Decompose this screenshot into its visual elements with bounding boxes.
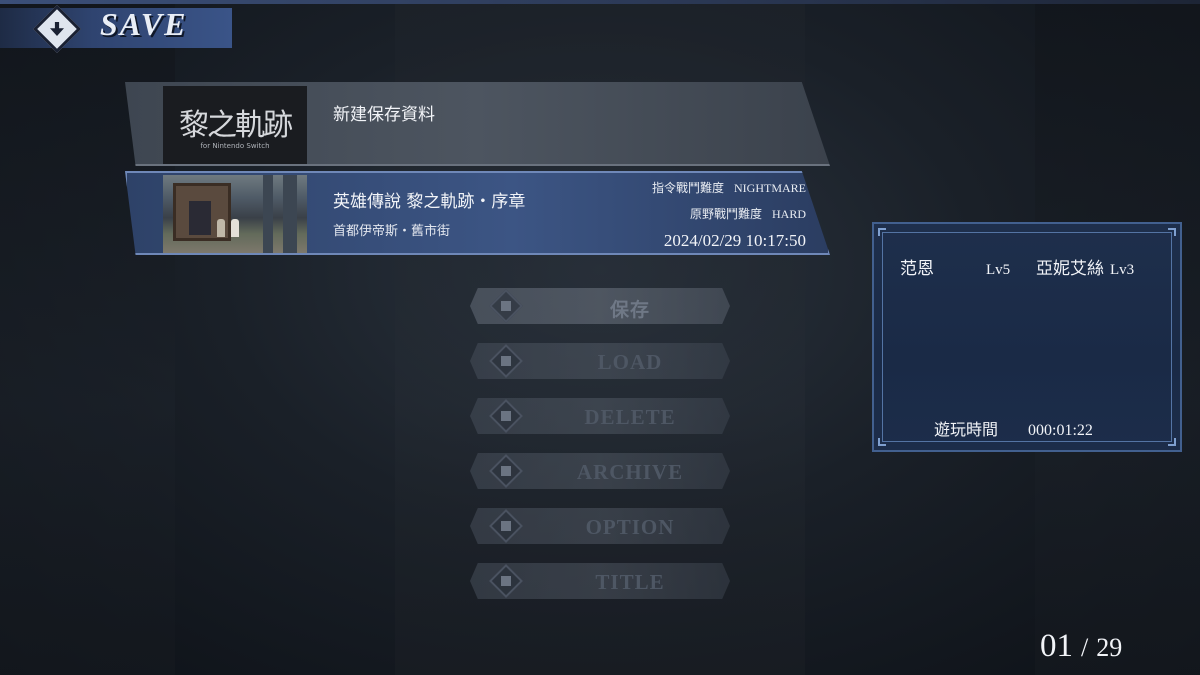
menu-delete-button[interactable]: DELETE [470,398,730,434]
menu-save-label: 保存 [609,299,650,321]
command-difficulty-value: NIGHTMARE [734,181,806,195]
field-difficulty-label: 原野戰鬥難度 [689,207,762,221]
save-slot-01[interactable]: 英雄傳說 黎之軌跡・序章 首都伊帝斯・舊市街 指令戰鬥難度 NIGHTMARE 原… [125,171,830,255]
member-level: Lv5 [986,262,1011,278]
party-member: 亞妮艾絲 Lv3 [1036,254,1134,279]
menu-load-button[interactable]: LOAD [470,343,730,379]
top-border [0,0,1200,4]
save-datetime: 2024/02/29 10:17:50 [663,231,806,250]
party-member: 范恩 Lv5 [900,254,1010,279]
logo-subtext: for Nintendo Switch [200,142,270,150]
menu-load-label: LOAD [597,350,663,374]
command-difficulty-label: 指令戰鬥難度 [651,181,724,195]
menu-option-label: OPTION [585,515,675,539]
member-name: 亞妮艾絲 [1036,259,1104,279]
menu-save-button[interactable]: 保存 [470,288,730,324]
menu-title-label: TITLE [595,570,665,594]
menu-title-button[interactable]: TITLE [470,563,730,599]
game-logo-thumbnail: 黎之軌跡 for Nintendo Switch [163,86,307,164]
play-time-value: 000:01:22 [1028,422,1093,439]
play-time-label: 遊玩時間 [934,420,999,439]
page-separator: / [1081,633,1089,662]
new-save-label: 新建保存資料 [333,105,435,125]
play-time: 遊玩時間 000:01:22 [934,416,1093,440]
total-pages: 29 [1096,633,1123,662]
page-counter: 01 /29 [1040,628,1122,665]
save-game-title: 英雄傳說 黎之軌跡・序章 [333,192,526,212]
field-difficulty-value: HARD [771,207,806,221]
menu-archive-button[interactable]: ARCHIVE [470,453,730,489]
member-level: Lv3 [1110,262,1135,278]
menu-delete-label: DELETE [584,405,676,429]
party-info-panel: 范恩 Lv5 亞妮艾絲 Lv3 遊玩時間 000:01:22 [872,222,1182,452]
current-page: 01 [1040,628,1073,664]
screen-title: SAVE [100,6,188,42]
logo-text: 黎之軌跡 [179,108,293,143]
menu-option-button[interactable]: OPTION [470,508,730,544]
menu-archive-label: ARCHIVE [576,460,684,484]
field-difficulty: 原野戰鬥難度 HARD [690,205,806,222]
member-name: 范恩 [900,259,934,279]
save-screenshot-thumbnail [163,175,307,253]
save-location: 首都伊帝斯・舊市街 [333,224,451,239]
new-save-slot[interactable]: 黎之軌跡 for Nintendo Switch 新建保存資料 [125,82,830,166]
command-difficulty: 指令戰鬥難度 NIGHTMARE [652,179,806,196]
